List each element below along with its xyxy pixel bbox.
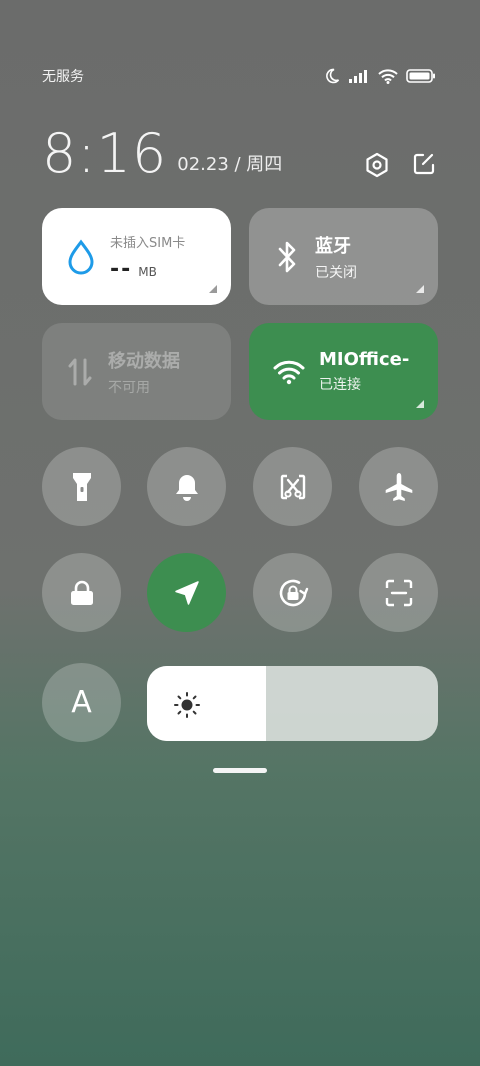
screenshot-toggle[interactable] bbox=[253, 447, 332, 526]
expand-corner-icon bbox=[416, 400, 424, 408]
home-indicator[interactable] bbox=[213, 768, 267, 773]
location-toggle[interactable] bbox=[147, 553, 226, 632]
scan-icon bbox=[385, 579, 412, 606]
bluetooth-tile[interactable]: 蓝牙 已关闭 bbox=[249, 208, 438, 305]
lock-icon bbox=[70, 580, 93, 605]
rotation-lock-icon bbox=[279, 579, 308, 606]
data-usage-value: -- bbox=[110, 256, 133, 282]
airplane-toggle[interactable] bbox=[359, 447, 438, 526]
settings-icon[interactable] bbox=[364, 152, 390, 178]
date-label: 02.23 / 周四 bbox=[177, 154, 283, 175]
font-size-button[interactable]: A bbox=[42, 663, 121, 742]
location-arrow-icon bbox=[174, 580, 199, 605]
battery-icon bbox=[406, 69, 435, 83]
wifi-status: 已连接 bbox=[319, 377, 361, 393]
data-usage-unit: MB bbox=[138, 264, 157, 279]
screenshot-icon bbox=[280, 474, 305, 499]
bluetooth-icon bbox=[278, 241, 296, 272]
scanner-toggle[interactable] bbox=[359, 553, 438, 632]
mobile-data-title: 移动数据 bbox=[108, 350, 180, 372]
airplane-icon bbox=[385, 472, 412, 501]
mobile-data-status: 不可用 bbox=[108, 379, 150, 396]
wifi-icon bbox=[273, 360, 305, 384]
flashlight-icon bbox=[72, 472, 91, 501]
mobile-data-icon bbox=[68, 358, 92, 385]
flashlight-toggle[interactable] bbox=[42, 447, 121, 526]
clock: 8:16 bbox=[42, 122, 168, 185]
status-bar: 无服务 bbox=[42, 64, 436, 88]
wifi-icon bbox=[378, 68, 398, 84]
wifi-tile[interactable]: MIOffice- 已连接 bbox=[249, 323, 438, 420]
status-icons bbox=[324, 68, 436, 84]
brightness-fill bbox=[147, 666, 267, 741]
rotation-lock-toggle[interactable] bbox=[253, 553, 332, 632]
mobile-data-tile[interactable]: 移动数据 不可用 bbox=[42, 323, 231, 420]
bluetooth-title: 蓝牙 bbox=[315, 235, 351, 257]
expand-corner-icon bbox=[416, 285, 424, 293]
moon-icon bbox=[326, 68, 340, 84]
water-drop-icon bbox=[68, 239, 94, 274]
carrier-label: 无服务 bbox=[42, 69, 84, 85]
data-usage-tile[interactable]: 未插入SIM卡 -- MB bbox=[42, 208, 231, 305]
lock-screen-toggle[interactable] bbox=[42, 553, 121, 632]
wifi-network-name: MIOffice- bbox=[319, 349, 410, 370]
clock-row: 8:16 02.23 / 周四 bbox=[42, 120, 436, 184]
sun-icon bbox=[174, 692, 200, 718]
brightness-slider[interactable] bbox=[147, 666, 438, 741]
font-size-label: A bbox=[71, 685, 92, 720]
signal-icon bbox=[349, 70, 367, 83]
bell-icon bbox=[175, 474, 198, 501]
bluetooth-status: 已关闭 bbox=[315, 264, 357, 281]
sound-toggle[interactable] bbox=[147, 447, 226, 526]
data-tile-title: 未插入SIM卡 bbox=[110, 235, 186, 251]
edit-icon[interactable] bbox=[412, 152, 436, 176]
expand-corner-icon bbox=[209, 285, 217, 293]
